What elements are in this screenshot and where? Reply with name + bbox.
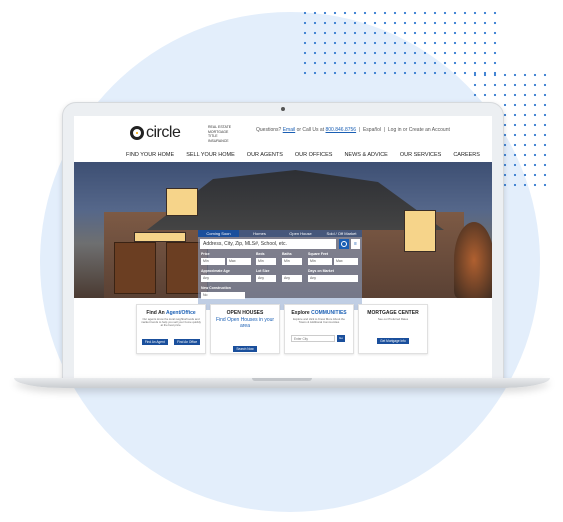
card-text: See our Preferred Rates	[377, 317, 409, 321]
new-construction-label: New Construction	[201, 286, 231, 290]
logo-tagline: REAL ESTATE MORTGAGE TITLE INSURANCE	[208, 125, 231, 143]
age-select[interactable]: Any	[201, 275, 251, 282]
nav-agents[interactable]: OUR AGENTS	[247, 152, 283, 158]
window	[404, 210, 436, 252]
house-roof	[147, 170, 444, 230]
laptop: circle REAL ESTATE MORTGAGE TITLE INSURA…	[62, 102, 504, 382]
new-construction-select[interactable]: No	[201, 292, 245, 299]
nav-careers[interactable]: CAREERS	[453, 152, 480, 158]
tagline-line: REAL ESTATE	[208, 125, 232, 129]
filter-icon[interactable]: ≡	[351, 239, 360, 249]
nav-news[interactable]: NEWS & ADVICE	[344, 152, 387, 158]
card-title: OPEN HOUSES	[226, 310, 264, 316]
garage-door	[114, 242, 156, 294]
feature-cards: Find An Agent/Office Our agents know the…	[136, 304, 428, 354]
mortgage-info-button[interactable]: Get Mortgage Info	[377, 338, 409, 345]
agent-card: Find An Agent/Office Our agents know the…	[136, 304, 206, 354]
price-label: Price	[201, 252, 210, 256]
search-now-button[interactable]: Search Now	[233, 346, 257, 352]
search-input[interactable]: Address, City, Zip, MLS#, School, etc.	[200, 239, 336, 249]
site-header: circle REAL ESTATE MORTGAGE TITLE INSURA…	[74, 116, 492, 152]
window	[134, 232, 186, 242]
base-notch	[252, 378, 312, 381]
nav-offices[interactable]: OUR OFFICES	[295, 152, 333, 158]
call-text: or Call Us at	[296, 127, 325, 133]
days-label: Days on Market	[308, 269, 334, 273]
tab-coming-soon[interactable]: Coming Soon	[198, 230, 239, 237]
card-text: Explore and click to Know More About the…	[293, 317, 345, 325]
lot-select-max[interactable]: Any	[282, 275, 302, 282]
logo-mark	[130, 126, 144, 140]
days-select[interactable]: Any	[308, 275, 358, 282]
camera	[281, 107, 285, 111]
lot-label: Lot Size	[256, 269, 270, 273]
price-max[interactable]: Max	[227, 258, 251, 265]
tagline-line: INSURANCE	[208, 138, 229, 143]
nav-sell-home[interactable]: SELL YOUR HOME	[186, 152, 235, 158]
find-agent-button[interactable]: Find An Agent	[141, 338, 168, 345]
sqft-min[interactable]: Min	[308, 258, 332, 265]
price-min[interactable]: Min	[201, 258, 225, 265]
baths-label: Baths	[282, 252, 292, 256]
find-office-button[interactable]: Find An Office	[174, 338, 201, 345]
sqft-label: Square Feet	[308, 252, 329, 256]
tree	[454, 222, 492, 298]
go-button[interactable]: Go	[337, 335, 345, 342]
window	[166, 188, 198, 216]
laptop-base	[14, 378, 550, 388]
tab-open-house[interactable]: Open House	[280, 230, 321, 237]
baths-min[interactable]: Min	[282, 258, 302, 265]
mortgage-card: MORTGAGE CENTER See our Preferred Rates …	[358, 304, 428, 354]
login-link[interactable]: Log in or Create an Account	[388, 127, 450, 133]
card-sub: Find Open Houses in your area	[215, 317, 275, 329]
nav-find-home[interactable]: FIND YOUR HOME	[126, 152, 174, 158]
phone-link[interactable]: 800.846.8756	[326, 127, 357, 133]
language-link[interactable]: Español	[363, 127, 381, 133]
search-tabs: Coming Soon Homes Open House Sold / Off …	[198, 230, 362, 237]
hero-image: Coming Soon Homes Open House Sold / Off …	[74, 162, 492, 310]
open-houses-card: OPEN HOUSES Find Open Houses in your are…	[210, 304, 280, 354]
search-panel: Coming Soon Homes Open House Sold / Off …	[198, 230, 362, 310]
logo-text: circle	[146, 124, 181, 141]
tab-homes[interactable]: Homes	[239, 230, 280, 237]
card-text: Our agents know the local neighborhoods …	[141, 317, 201, 328]
tab-sold[interactable]: Sold / Off Market	[321, 230, 362, 237]
communities-card: Explore COMMUNITIES Explore and click to…	[284, 304, 354, 354]
logo[interactable]: circle	[130, 124, 181, 142]
search-icon[interactable]	[339, 239, 349, 249]
header-links: Questions? Email or Call Us at 800.846.8…	[256, 127, 450, 133]
age-label: Approximate Age	[201, 269, 230, 273]
beds-min[interactable]: Min	[256, 258, 276, 265]
city-input[interactable]: Enter City	[291, 335, 335, 342]
beds-label: Beds	[256, 252, 265, 256]
email-link[interactable]: Email	[283, 127, 296, 133]
card-title: Explore COMMUNITIES	[291, 310, 347, 316]
question-text: Questions?	[256, 127, 282, 133]
main-nav: FIND YOUR HOME SELL YOUR HOME OUR AGENTS…	[126, 152, 480, 158]
sqft-max[interactable]: Max	[334, 258, 358, 265]
nav-services[interactable]: OUR SERVICES	[400, 152, 441, 158]
laptop-screen: circle REAL ESTATE MORTGAGE TITLE INSURA…	[74, 116, 492, 378]
card-title: Find An Agent/Office	[146, 310, 196, 316]
lot-select[interactable]: Any	[256, 275, 276, 282]
card-title: MORTGAGE CENTER	[367, 310, 419, 316]
decorative-dots	[300, 8, 500, 78]
